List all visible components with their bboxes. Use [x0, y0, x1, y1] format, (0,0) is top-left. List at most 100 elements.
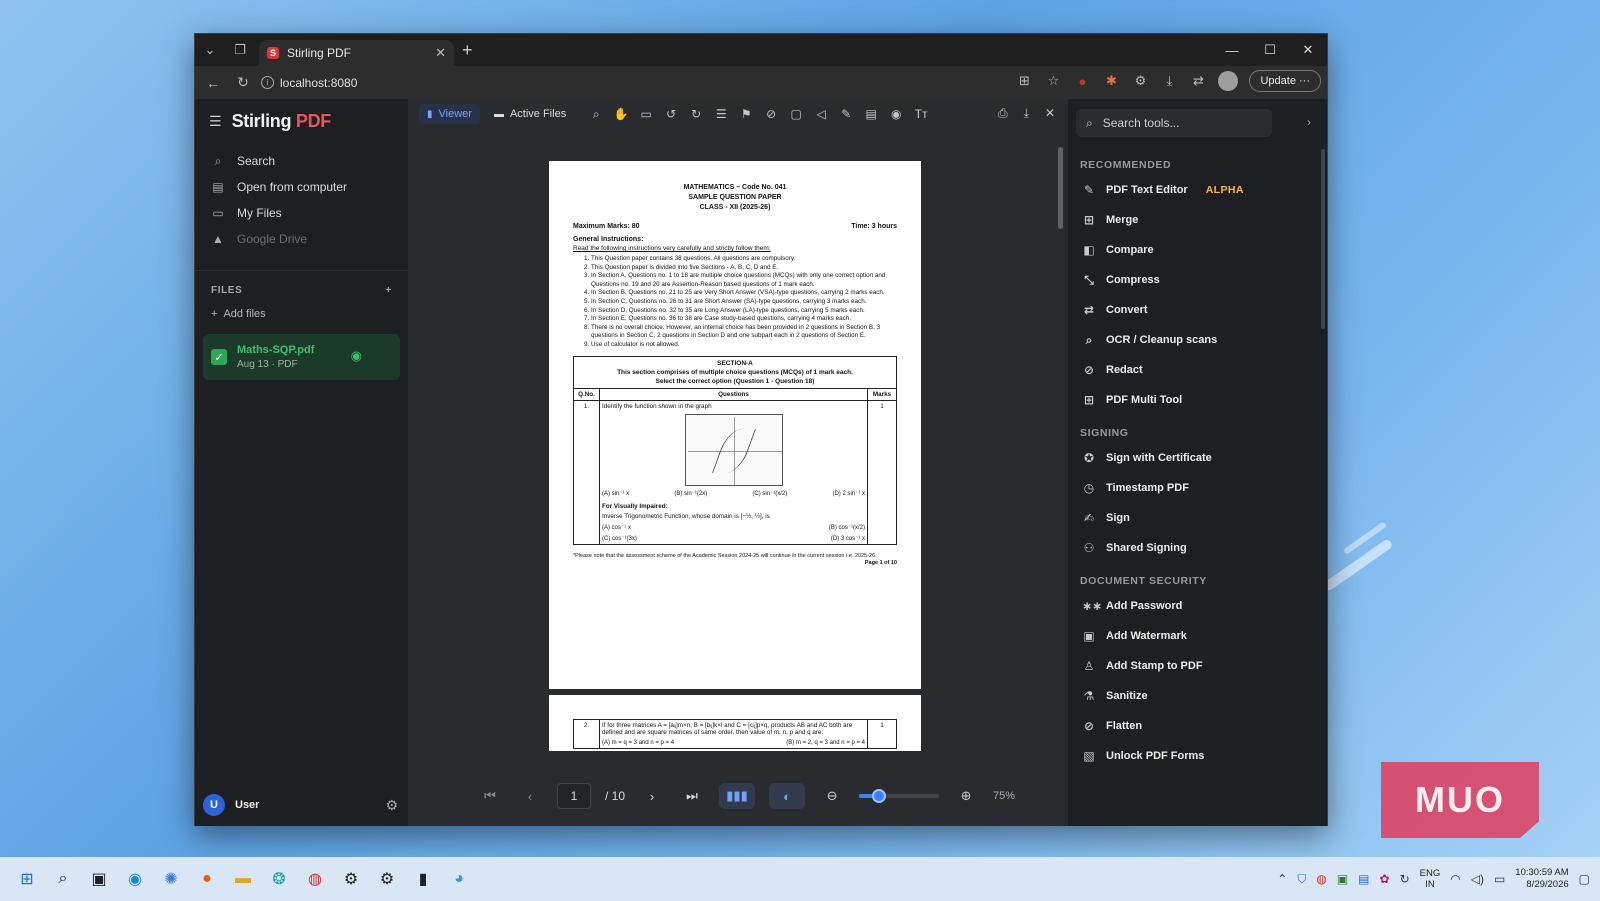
app-icon[interactable]: ▤: [1358, 872, 1369, 886]
language-indicator[interactable]: ENG IN: [1420, 868, 1441, 890]
app-icon[interactable]: ❂: [266, 866, 292, 892]
minimize-icon[interactable]: —: [1213, 34, 1251, 66]
tool-unlock-pdf-forms[interactable]: ▧ Unlock PDF Forms: [1068, 741, 1327, 771]
app-icon[interactable]: ◕: [446, 866, 472, 892]
tool-sanitize[interactable]: ⚗ Sanitize: [1068, 681, 1327, 711]
tool-compare[interactable]: ◧ Compare: [1068, 235, 1327, 265]
task-view-icon[interactable]: ▣: [86, 866, 112, 892]
tool-merge[interactable]: ⊞ Merge: [1068, 205, 1327, 235]
firefox-icon[interactable]: ●: [194, 866, 220, 892]
add-file-plus-icon[interactable]: +: [386, 285, 392, 296]
clock[interactable]: 10:30:59 AM 8/29/2026: [1515, 867, 1568, 891]
search-tools-input[interactable]: ⌕ Search tools...: [1076, 109, 1272, 137]
app-icon[interactable]: ✺: [158, 866, 184, 892]
nav-item-search[interactable]: ⌕ Search: [195, 148, 408, 174]
rotate-left-icon[interactable]: ↺: [663, 107, 679, 122]
list-icon[interactable]: ☰: [713, 107, 729, 122]
site-info-icon[interactable]: i: [261, 76, 274, 89]
eye-icon[interactable]: ◉: [888, 107, 904, 122]
tool-flatten[interactable]: ⊘ Flatten: [1068, 711, 1327, 741]
link-icon[interactable]: ⊘: [763, 107, 779, 122]
wifi-icon[interactable]: ◠: [1450, 872, 1460, 886]
user-avatar[interactable]: U: [203, 794, 225, 816]
terminal-icon[interactable]: ▮: [410, 866, 436, 892]
nav-item-my-files[interactable]: ▭ My Files: [195, 200, 408, 226]
browser-tab[interactable]: S Stirling PDF ✕: [259, 40, 454, 66]
tab-list-icon[interactable]: ⌄: [195, 34, 225, 66]
reload-icon[interactable]: ↻: [231, 74, 255, 91]
zoom-slider-knob[interactable]: [872, 789, 887, 803]
tool-compress[interactable]: ⤡ Compress: [1068, 265, 1327, 295]
bookmark-icon[interactable]: ⚑: [738, 107, 754, 122]
pen-icon[interactable]: ✎: [838, 107, 854, 122]
tool-pdf-text-editor[interactable]: ✎ PDF Text Editor ALPHA: [1068, 175, 1327, 205]
page-number-input[interactable]: 1: [557, 783, 591, 809]
tool-ocr[interactable]: ⌕ OCR / Cleanup scans: [1068, 325, 1327, 355]
close-window-icon[interactable]: ✕: [1289, 34, 1327, 66]
battery-icon[interactable]: ▭: [1494, 872, 1505, 886]
nav-item-open-from-computer[interactable]: ▤ Open from computer: [195, 174, 408, 200]
shield-icon[interactable]: ⛉: [1297, 872, 1306, 887]
tool-redact[interactable]: ⊘ Redact: [1068, 355, 1327, 385]
chevron-right-icon[interactable]: ›: [1307, 115, 1311, 129]
file-sign-icon[interactable]: ▤: [863, 107, 879, 122]
download-icon[interactable]: ⤓: [1024, 106, 1029, 121]
search-icon[interactable]: ⌕: [588, 107, 604, 122]
zoom-in-icon[interactable]: ⊕: [953, 783, 979, 809]
app-icon[interactable]: ⚙: [338, 866, 364, 892]
chrome-icon[interactable]: ◍: [1316, 872, 1326, 886]
sync-icon[interactable]: ↻: [1400, 872, 1410, 886]
profile-avatar[interactable]: [1218, 71, 1239, 91]
maximize-icon[interactable]: ☐: [1251, 34, 1289, 66]
chrome-icon[interactable]: ◍: [302, 866, 328, 892]
tool-add-password[interactable]: ∗∗ Add Password: [1068, 591, 1327, 621]
add-files-button[interactable]: + Add files: [195, 302, 408, 326]
file-checkbox[interactable]: ✓: [211, 349, 227, 365]
file-card[interactable]: ✓ Maths-SQP.pdf Aug 13 · PDF ◉: [203, 334, 400, 380]
next-page-icon[interactable]: ›: [639, 783, 665, 809]
search-icon[interactable]: ⌕: [50, 866, 76, 892]
pdf-canvas[interactable]: MATHEMATICS – Code No. 041 SAMPLE QUESTI…: [409, 131, 1067, 751]
comment-icon[interactable]: ▢: [788, 107, 804, 122]
print-icon[interactable]: ⎙: [998, 106, 1008, 121]
zoom-slider[interactable]: [859, 789, 940, 803]
tool-convert[interactable]: ⇄ Convert: [1068, 295, 1327, 325]
nav-item-google-drive[interactable]: ▲ Google Drive: [195, 226, 408, 252]
tool-pdf-multi-tool[interactable]: ⊞ PDF Multi Tool: [1068, 385, 1327, 415]
pan-hand-icon[interactable]: ✋: [613, 107, 629, 122]
app-icon[interactable]: ▣: [1337, 872, 1348, 886]
ublock-extension-icon[interactable]: ●: [1073, 72, 1091, 90]
downloads-icon[interactable]: ⤓: [1160, 72, 1178, 90]
tab-viewer[interactable]: ▮ Viewer: [419, 104, 480, 124]
windows-start-icon[interactable]: ⊞: [14, 866, 40, 892]
split-screen-icon[interactable]: ⊞: [1015, 72, 1033, 90]
favorite-star-icon[interactable]: ☆: [1044, 72, 1062, 90]
first-page-icon[interactable]: ⏮: [477, 783, 503, 809]
tool-add-stamp[interactable]: ♙ Add Stamp to PDF: [1068, 651, 1327, 681]
dark-mode-button[interactable]: ◐: [769, 783, 806, 809]
share-icon[interactable]: ⇄: [1189, 72, 1207, 90]
eye-icon[interactable]: ◉: [351, 348, 362, 364]
menu-icon[interactable]: ☰: [209, 113, 222, 130]
tool-add-watermark[interactable]: ▣ Add Watermark: [1068, 621, 1327, 651]
back-icon[interactable]: ←: [201, 75, 225, 91]
file-explorer-icon[interactable]: ▬: [230, 866, 256, 892]
viewer-scrollbar[interactable]: [1058, 135, 1063, 747]
zoom-out-icon[interactable]: ⊖: [819, 783, 845, 809]
text-icon[interactable]: Tт: [913, 107, 929, 122]
tab-active-files[interactable]: ▬ Active Files: [486, 104, 574, 124]
tool-sign[interactable]: ✍ Sign: [1068, 503, 1327, 533]
new-tab-button[interactable]: +: [462, 40, 473, 61]
ruler-icon[interactable]: ▭: [638, 107, 654, 122]
extension-icon[interactable]: ✱: [1102, 72, 1120, 90]
rotate-right-icon[interactable]: ↻: [688, 107, 704, 122]
url-field[interactable]: i localhost:8080: [261, 76, 357, 90]
tool-shared-signing[interactable]: ⚇ Shared Signing: [1068, 533, 1327, 563]
chevron-up-icon[interactable]: ⌃: [1277, 872, 1287, 886]
update-button[interactable]: Update ···: [1249, 70, 1321, 92]
workspaces-icon[interactable]: ❐: [225, 34, 255, 66]
extensions-puzzle-icon[interactable]: ⚙: [1131, 72, 1149, 90]
tool-timestamp-pdf[interactable]: ◷ Timestamp PDF: [1068, 473, 1327, 503]
close-icon[interactable]: ✕: [1045, 106, 1055, 121]
tools-scrollbar[interactable]: [1321, 149, 1325, 329]
